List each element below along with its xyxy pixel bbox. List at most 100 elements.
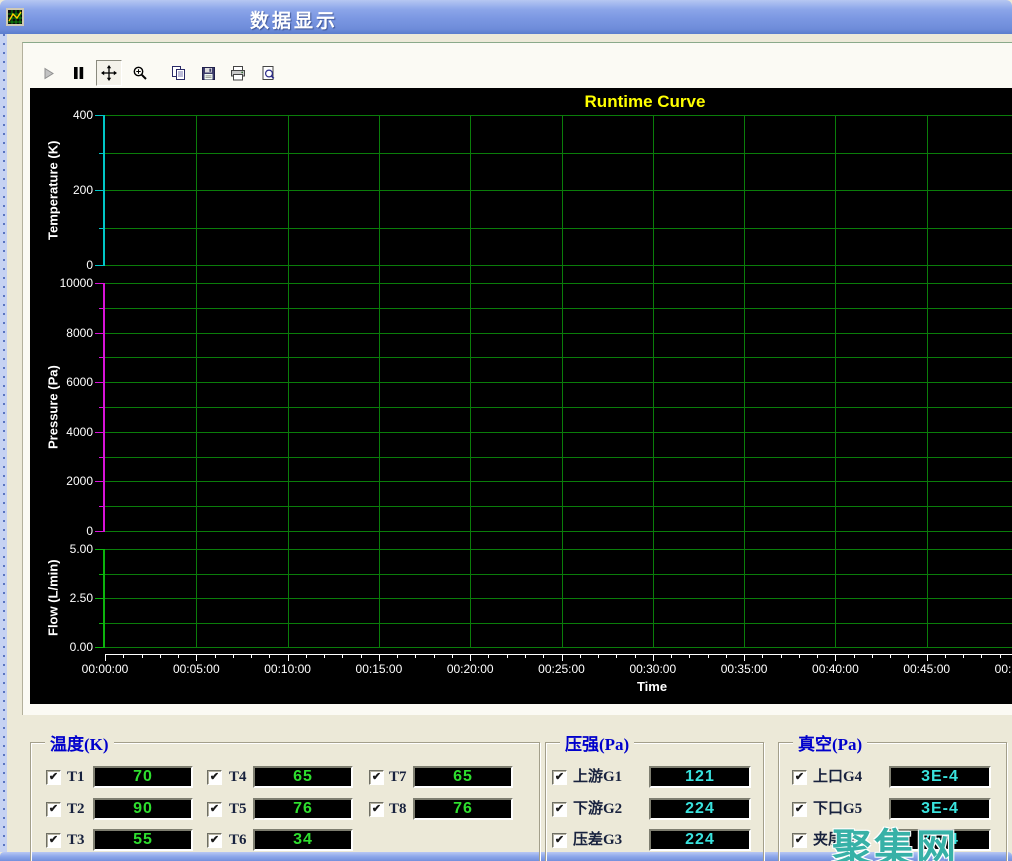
item-label-T6: T6 — [229, 829, 247, 851]
print-preview-button[interactable] — [256, 61, 280, 85]
value-display-上口G4: 3E-4 — [889, 766, 991, 788]
x-minor-tick — [178, 654, 179, 658]
y-tick — [95, 531, 103, 532]
y-tick — [99, 357, 103, 358]
item-label-T8: T8 — [389, 798, 407, 820]
x-minor-tick — [160, 654, 161, 658]
x-tick-label: 00:20:00 — [434, 662, 506, 676]
pause-icon — [72, 66, 85, 80]
checkbox-下游G2[interactable]: ✔ — [552, 802, 567, 817]
grid-line-horizontal — [105, 115, 1012, 116]
item-label-下游G2: 下游G2 — [573, 798, 622, 820]
value-display-下游G2: 224 — [649, 798, 751, 820]
play-button[interactable] — [36, 61, 60, 85]
checkbox-压差G3[interactable]: ✔ — [552, 833, 567, 848]
zoom-tool-button[interactable] — [128, 61, 152, 85]
save-button[interactable] — [196, 61, 220, 85]
panel-temperature-title: 温度(K) — [45, 730, 114, 755]
y-tick — [95, 115, 103, 116]
x-minor-tick — [215, 654, 216, 658]
y-tick — [95, 647, 103, 648]
item-label-下口G5: 下口G5 — [813, 798, 862, 820]
toolbar — [36, 60, 280, 86]
grid-line-horizontal — [105, 481, 1012, 482]
y-tick — [95, 382, 103, 383]
x-minor-tick — [233, 654, 234, 658]
grid-line-horizontal — [105, 598, 1012, 599]
grid-line-horizontal — [105, 308, 1012, 309]
y-tick — [95, 333, 103, 334]
grid-line-horizontal — [105, 382, 1012, 383]
pan-tool-button[interactable] — [96, 60, 122, 86]
x-axis-title: Time — [612, 679, 692, 694]
checkbox-T7[interactable]: ✔ — [369, 770, 384, 785]
grid-line-horizontal — [105, 432, 1012, 433]
print-button[interactable] — [226, 61, 250, 85]
x-major-tick — [835, 654, 836, 661]
checkbox-T6[interactable]: ✔ — [207, 833, 222, 848]
x-tick-label: 00:00:00 — [69, 662, 141, 676]
y-tick — [99, 228, 103, 229]
checkbox-下口G5[interactable]: ✔ — [792, 802, 807, 817]
copy-button[interactable] — [166, 61, 190, 85]
x-minor-tick — [799, 654, 800, 658]
x-minor-tick — [762, 654, 763, 658]
x-minor-tick — [635, 654, 636, 658]
item-label-T4: T4 — [229, 766, 247, 788]
panel-pressure-title: 压强(Pa) — [560, 730, 634, 755]
grid-line-vertical — [196, 115, 197, 647]
item-label-压差G3: 压差G3 — [573, 829, 622, 851]
grid-line-horizontal — [105, 357, 1012, 358]
grid-line-vertical — [927, 115, 928, 647]
checkbox-T3[interactable]: ✔ — [46, 833, 61, 848]
x-tick-label: 00:35:00 — [708, 662, 780, 676]
pause-button[interactable] — [66, 61, 90, 85]
checkbox-T8[interactable]: ✔ — [369, 802, 384, 817]
y-axis-title: Temperature (K) — [40, 115, 66, 265]
chart-title: Runtime Curve — [545, 92, 745, 112]
x-minor-tick — [142, 654, 143, 658]
x-tick-label: 00:10:00 — [252, 662, 324, 676]
x-minor-tick — [488, 654, 489, 658]
grid-line-vertical — [562, 115, 563, 647]
x-minor-tick — [1000, 654, 1001, 658]
y-tick — [99, 506, 103, 507]
x-minor-tick — [452, 654, 453, 658]
x-minor-tick — [123, 654, 124, 658]
panel-temperature: 温度(K) ✔T170✔T290✔T355✔T465✔T576✔T634✔T76… — [30, 742, 540, 861]
grid-line-vertical — [653, 115, 654, 647]
x-minor-tick — [580, 654, 581, 658]
x-minor-tick — [890, 654, 891, 658]
y-tick — [99, 623, 103, 624]
x-minor-tick — [708, 654, 709, 658]
checkbox-夹层G6[interactable]: ✔ — [792, 833, 807, 848]
x-major-tick — [562, 654, 563, 661]
y-axis-title: Pressure (Pa) — [40, 283, 66, 531]
title-bar[interactable]: 数据显示 — [0, 0, 1012, 34]
value-display-上游G1: 121 — [649, 766, 751, 788]
zoom-magnifier-icon — [132, 65, 148, 81]
checkbox-T5[interactable]: ✔ — [207, 802, 222, 817]
y-tick — [99, 407, 103, 408]
x-tick-label: 00:40:00 — [799, 662, 871, 676]
runtime-chart[interactable]: Runtime Curve Time 4002000Temperature (K… — [30, 88, 1012, 704]
grid-line-vertical — [288, 115, 289, 647]
checkbox-T1[interactable]: ✔ — [46, 770, 61, 785]
x-minor-tick — [963, 654, 964, 658]
app-window: 数据显示 — [0, 0, 1012, 861]
x-minor-tick — [781, 654, 782, 658]
checkbox-上游G1[interactable]: ✔ — [552, 770, 567, 785]
x-tick-label: 00:05:00 — [160, 662, 232, 676]
item-label-T1: T1 — [67, 766, 85, 788]
x-minor-tick — [525, 654, 526, 658]
y-tick — [95, 481, 103, 482]
pan-crosshair-icon — [101, 65, 117, 81]
x-minor-tick — [306, 654, 307, 658]
play-icon — [42, 67, 55, 80]
checkbox-上口G4[interactable]: ✔ — [792, 770, 807, 785]
checkbox-T2[interactable]: ✔ — [46, 802, 61, 817]
checkbox-T4[interactable]: ✔ — [207, 770, 222, 785]
save-icon — [201, 66, 216, 81]
grid-line-vertical — [744, 115, 745, 647]
x-tick-label: 00:15:00 — [343, 662, 415, 676]
